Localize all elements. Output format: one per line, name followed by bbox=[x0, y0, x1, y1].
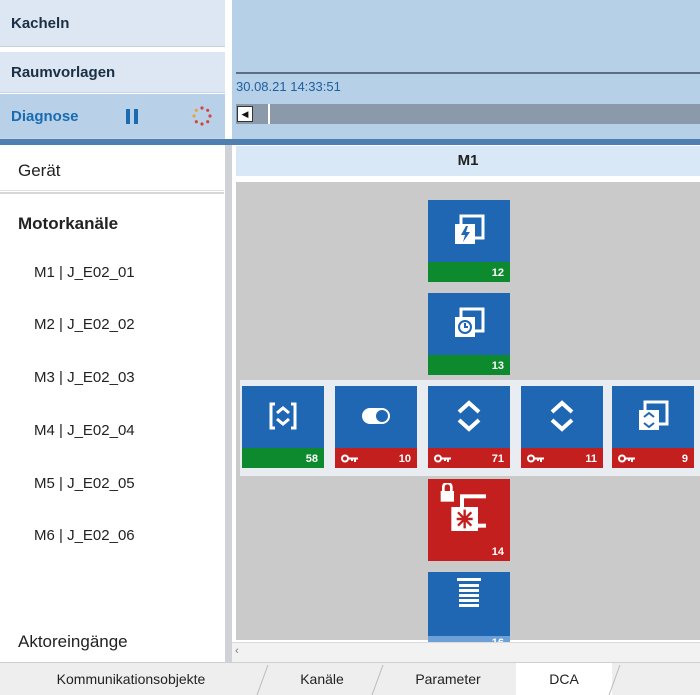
channel-item-m5[interactable]: M5 | J_E02_05 bbox=[34, 475, 135, 492]
loading-spinner-icon bbox=[192, 106, 212, 126]
key-icon bbox=[618, 454, 635, 463]
tile-frost-lock[interactable]: 14 bbox=[428, 479, 510, 561]
nav-diagnose[interactable]: Diagnose bbox=[0, 94, 225, 139]
channel-item-m3[interactable]: M3 | J_E02_03 bbox=[34, 369, 135, 386]
channel-item-m6[interactable]: M6 | J_E02_06 bbox=[34, 527, 135, 544]
channel-item-m1[interactable]: M1 | J_E02_01 bbox=[34, 264, 135, 281]
tile-value: 9 bbox=[681, 453, 688, 465]
channel-item-m2[interactable]: M2 | J_E02_02 bbox=[34, 316, 135, 333]
tile-window-position[interactable]: 9 bbox=[612, 386, 694, 468]
tile-value: 14 bbox=[491, 546, 504, 558]
tile-wind-alarm[interactable]: 12 bbox=[428, 200, 510, 282]
tile-value: 11 bbox=[585, 453, 597, 465]
bracket-updown-icon bbox=[269, 402, 297, 430]
section-motorkanaele[interactable]: Motorkanäle bbox=[0, 192, 224, 248]
diagram-hscrollbar[interactable]: ‹ bbox=[232, 642, 700, 662]
scroll-left-icon[interactable]: ◀ bbox=[237, 106, 253, 122]
bottom-tab-bar: Kommunikationsobjekte Kanäle Parameter D… bbox=[0, 662, 700, 695]
tile-position-limit[interactable]: 58 bbox=[242, 386, 324, 468]
nav-kacheln[interactable]: Kacheln bbox=[0, 0, 225, 47]
channel-title: M1 bbox=[236, 146, 700, 176]
key-icon bbox=[341, 454, 358, 463]
toggle-switch-icon bbox=[362, 408, 390, 424]
blinds-icon bbox=[457, 578, 481, 607]
top-nav: Kacheln Raumvorlagen Diagnose bbox=[0, 0, 225, 145]
key-icon bbox=[434, 454, 451, 463]
tile-time-control[interactable]: 13 bbox=[428, 293, 510, 375]
section-aktoreingaenge[interactable]: Aktoreingänge bbox=[18, 632, 128, 652]
tab-dca[interactable]: DCA bbox=[516, 663, 612, 695]
channel-item-m4[interactable]: M4 | J_E02_04 bbox=[34, 422, 135, 439]
section-geraet-label: Gerät bbox=[18, 161, 61, 180]
chevron-updown-icon bbox=[550, 400, 574, 432]
tile-updown-secondary[interactable]: 11 bbox=[521, 386, 603, 468]
chevron-updown-icon bbox=[457, 400, 481, 432]
lock-snowflake-window-icon bbox=[440, 483, 486, 531]
timeline-axis bbox=[236, 72, 700, 74]
section-geraet[interactable]: Gerät bbox=[0, 145, 224, 191]
timeline-timestamp: 30.08.21 14:33:51 bbox=[236, 79, 341, 94]
key-icon bbox=[527, 454, 544, 463]
app-window: Kacheln Raumvorlagen Diagnose 30.08.21 1… bbox=[0, 0, 700, 695]
tab-kanaele[interactable]: Kanäle bbox=[268, 663, 376, 695]
lightning-window-icon bbox=[455, 214, 485, 244]
tab-kommunikationsobjekte[interactable]: Kommunikationsobjekte bbox=[0, 663, 262, 695]
left-panel-scrollbar[interactable] bbox=[225, 145, 232, 662]
tile-toggle-lock[interactable]: 10 bbox=[335, 386, 417, 468]
window-position-icon bbox=[639, 400, 669, 430]
tile-value: 10 bbox=[398, 453, 411, 465]
pause-icon[interactable] bbox=[126, 109, 138, 124]
tile-value: 58 bbox=[305, 453, 318, 465]
tile-shutter[interactable]: 16 bbox=[428, 572, 510, 650]
timeline-scroll-thumb[interactable] bbox=[268, 104, 270, 124]
nav-diagnose-label: Diagnose bbox=[11, 108, 79, 125]
tile-value: 12 bbox=[491, 267, 504, 279]
tile-value: 13 bbox=[491, 360, 504, 372]
tile-updown-main[interactable]: 71 bbox=[428, 386, 510, 468]
tile-value: 71 bbox=[491, 453, 504, 465]
timeline-scrollbar[interactable] bbox=[236, 104, 700, 124]
tab-parameter[interactable]: Parameter bbox=[383, 663, 513, 695]
nav-raumvorlagen[interactable]: Raumvorlagen bbox=[0, 52, 225, 93]
section-motorkanaele-label: Motorkanäle bbox=[18, 214, 119, 233]
scroll-left-arrow-icon[interactable]: ‹ bbox=[235, 645, 239, 657]
clock-window-icon bbox=[455, 307, 485, 337]
